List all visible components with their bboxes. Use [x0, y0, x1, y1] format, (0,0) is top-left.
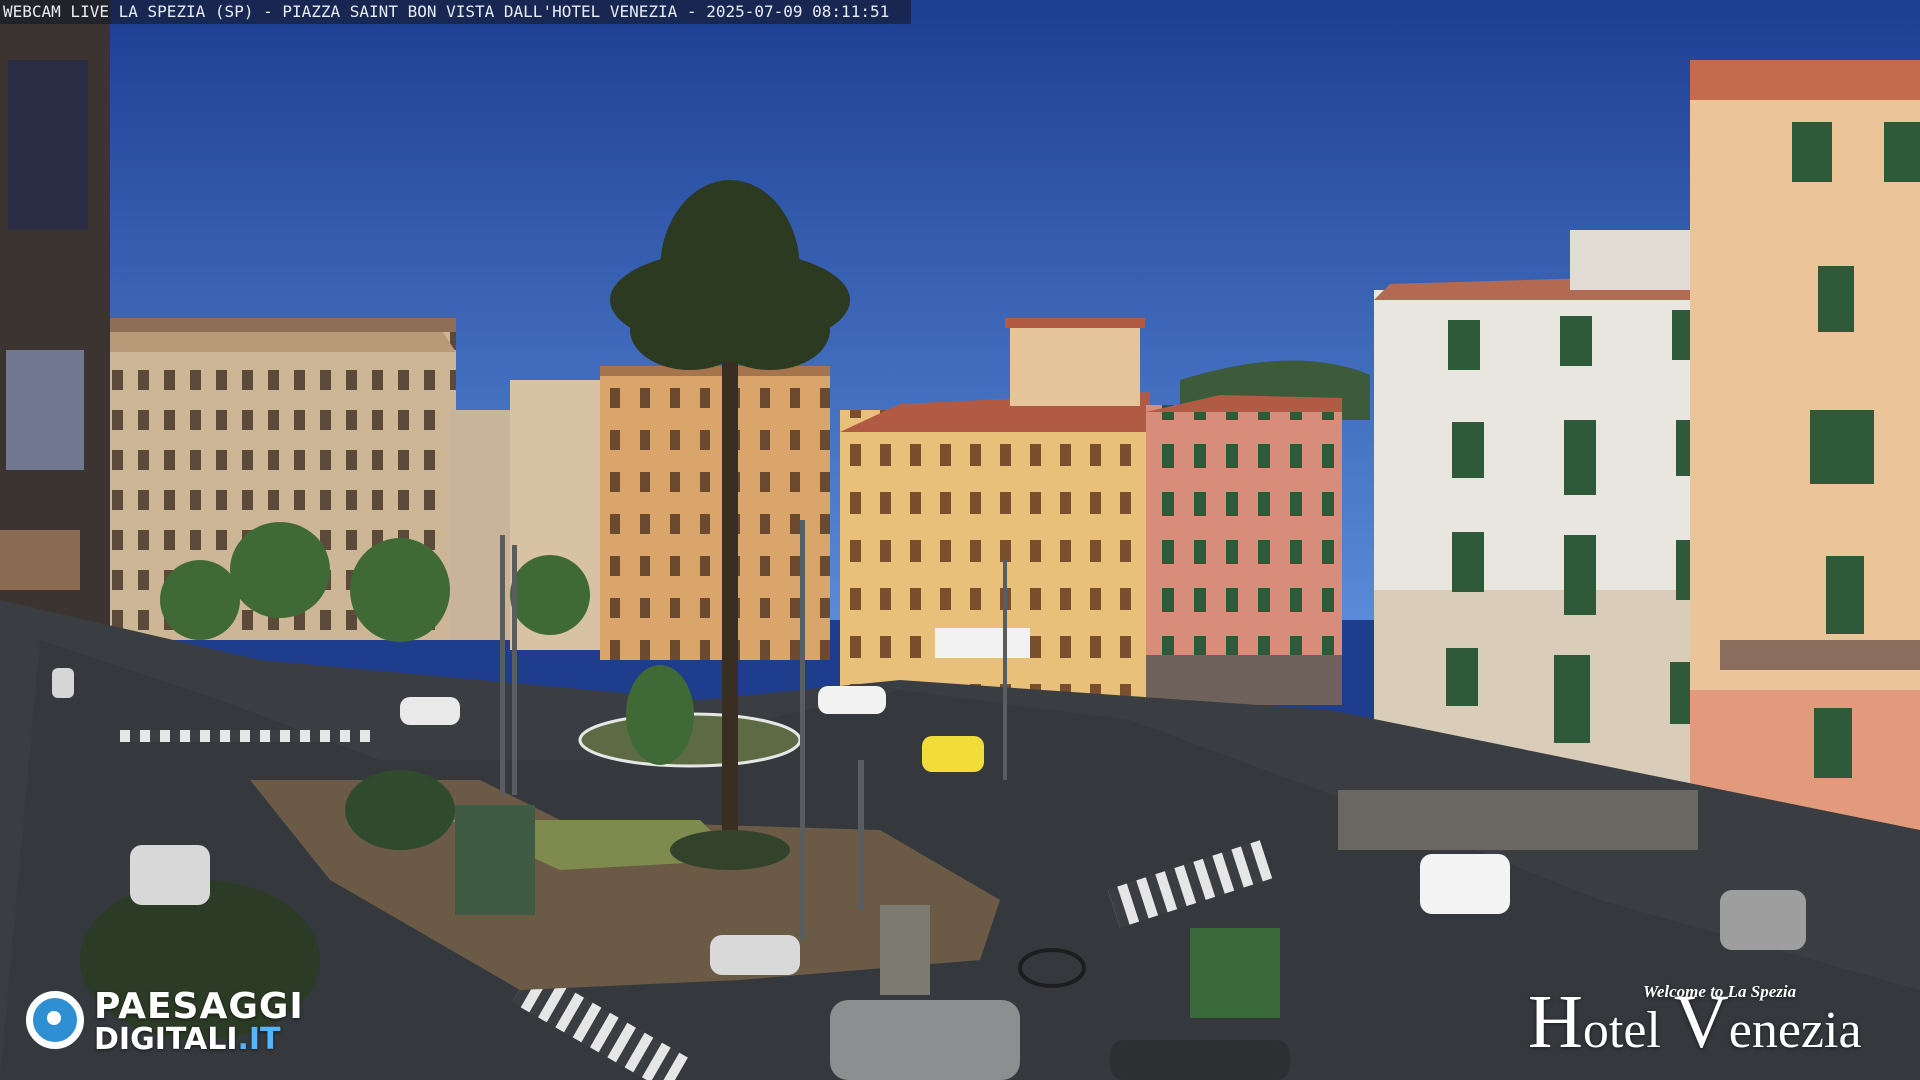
webcam-caption: WEBCAM LIVE LA SPEZIA (SP) - PIAZZA SAIN…	[0, 0, 912, 24]
venezia-initial-v: V	[1673, 980, 1729, 1064]
kiosk	[455, 805, 535, 915]
hotel-venezia-logo: Welcome to La Spezia Hotel Venezia	[1528, 982, 1908, 1072]
newsstand	[880, 905, 930, 995]
car-white-center	[818, 686, 886, 714]
hotel-word: otel	[1582, 1002, 1661, 1059]
webcam-frame: WEBCAM LIVE LA SPEZIA (SP) - PIAZZA SAIN…	[0, 0, 1920, 1080]
car-white-left	[400, 697, 460, 725]
car-dark-bottom	[1110, 1040, 1290, 1080]
scooter	[710, 935, 800, 975]
car-grey-bottom	[830, 1000, 1020, 1080]
building-pink	[1146, 395, 1342, 705]
logo-line2: DIGITALI.IT	[94, 1024, 281, 1056]
building-salmon	[1690, 60, 1920, 850]
building-middle-left	[450, 366, 830, 660]
crosswalk-left	[120, 730, 380, 742]
logo-line2-ext: .IT	[237, 1022, 281, 1057]
hotel-initial-h: H	[1528, 980, 1583, 1064]
hotel-name: Hotel Venezia	[1528, 984, 1862, 1061]
car-white-left-parked	[130, 845, 210, 905]
logo-line2-main: DIGITALI	[94, 1022, 238, 1057]
van-white-right	[1420, 854, 1510, 914]
paesaggi-digitali-logo: PAESAGGI DIGITALI.IT	[26, 988, 346, 1060]
eye-logo-icon	[26, 991, 84, 1049]
railing	[1338, 790, 1698, 850]
car-yellow-taxi	[922, 736, 984, 772]
logo-line1: PAESAGGI	[94, 986, 304, 1027]
webcam-scene	[0, 0, 1920, 1080]
venezia-word: enezia	[1728, 1002, 1862, 1059]
car-small-white-far	[52, 668, 74, 698]
green-bins	[1190, 928, 1280, 1018]
car-grey-far-right	[1720, 890, 1806, 950]
